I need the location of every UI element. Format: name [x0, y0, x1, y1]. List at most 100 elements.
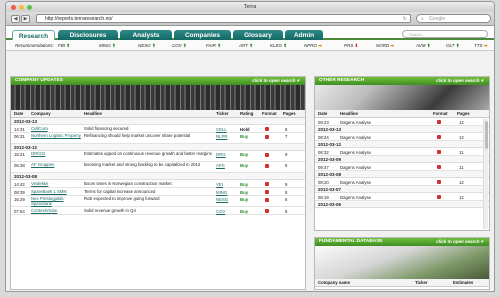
minimize-window-button[interactable] — [19, 4, 24, 10]
ticker-link[interactable]: MING — [216, 190, 227, 195]
ticker-link[interactable]: DRG — [216, 152, 226, 157]
arrow-up-icon: ⬆ — [249, 43, 253, 48]
company-link[interactable]: Nes Prestegjalds Sparebank — [31, 196, 81, 207]
reco-ticker: FAIR — [206, 43, 216, 48]
headline-text[interactable]: Dagens Analyse — [340, 150, 371, 155]
pdf-icon[interactable] — [437, 135, 441, 139]
url-field[interactable]: http://reports.terraresearch.no/ ↻ — [36, 14, 411, 23]
headline-text[interactable]: Estimates upped on continuous revenue gr… — [84, 151, 212, 157]
pdf-icon[interactable] — [437, 195, 441, 199]
table-row[interactable]: 06:31 Northern Logistic Property Refinanci… — [11, 133, 305, 144]
search-toggle-icon: ▾ — [480, 78, 483, 83]
rating-value: Buy — [240, 181, 249, 187]
pdf-icon[interactable] — [265, 152, 269, 157]
site-search-input[interactable]: Search... — [402, 30, 488, 38]
company-link[interactable]: Veidekke — [31, 181, 81, 187]
reco-item[interactable]: KLEG ⬆ — [270, 40, 287, 50]
ticker-link[interactable]: AFG — [216, 163, 225, 168]
reload-icon[interactable]: ↻ — [403, 15, 407, 23]
reco-item[interactable]: NPRO ➡ — [304, 40, 322, 50]
reco-item[interactable]: OLT ⬆ — [446, 40, 459, 50]
header-photo — [11, 85, 305, 110]
pdf-icon[interactable] — [437, 180, 441, 184]
pdf-icon[interactable] — [437, 165, 441, 169]
other-research-scrollbar[interactable] — [483, 119, 488, 229]
pdf-icon[interactable] — [265, 190, 269, 194]
pdf-icon[interactable] — [437, 150, 441, 154]
close-window-button[interactable] — [11, 4, 16, 10]
table-row[interactable]: 08:39 SpareBank 1 SMN Terms for capital in… — [11, 188, 305, 196]
col-rating: Rating — [240, 111, 254, 116]
reco-item[interactable]: COV ⬆ — [172, 40, 187, 50]
date-group-row: 2012-03-07 — [315, 186, 489, 193]
table-row[interactable]: 09:23 Dagens Analyse 12 — [315, 118, 489, 126]
pdf-icon[interactable] — [265, 163, 269, 168]
browser-search-field[interactable]: ⌕ Google — [416, 14, 491, 23]
pdf-icon[interactable] — [265, 197, 269, 202]
headline-text[interactable]: Dagens Analyse — [340, 120, 371, 125]
table-row[interactable]: 08:19 Dagens Analyse 12 — [315, 193, 489, 201]
headline-text[interactable]: Terms for capital increase announced — [84, 189, 212, 195]
reco-item[interactable]: NESG ⬆ — [138, 40, 156, 50]
reco-item[interactable]: TTS ➡ — [474, 40, 488, 50]
pdf-icon[interactable] — [265, 182, 269, 186]
pdf-icon[interactable] — [265, 209, 269, 213]
row-time: 08:32 — [318, 149, 329, 155]
headline-text[interactable]: Dagens Analyse — [340, 135, 371, 140]
table-row[interactable]: 07:54 ContextVision Solid revenue growth i… — [11, 207, 305, 215]
table-row[interactable]: 08:32 Dagens Analyse 11 — [315, 148, 489, 156]
scrollbar-thumb[interactable] — [485, 121, 488, 149]
table-row[interactable]: 08:20 Dagens Analyse 12 — [315, 178, 489, 186]
headline-text[interactable]: Booming market and strong backlog to be … — [84, 162, 212, 168]
recommendations-label: Recommendations: — [15, 43, 54, 48]
company-link[interactable]: SpareBank 1 SMN — [31, 189, 81, 195]
forward-button[interactable]: ▶ — [21, 15, 30, 23]
ticker-link[interactable]: NESG — [216, 197, 228, 202]
table-row[interactable]: 14:31 CellCura Solid financing secured CELL… — [11, 125, 305, 133]
pdf-icon[interactable] — [265, 127, 269, 131]
page-count: 7 — [285, 134, 288, 139]
company-link[interactable]: CellCura — [31, 126, 81, 132]
headline-text[interactable]: Dagens Analyse — [340, 195, 371, 200]
table-row[interactable]: 08:47 Dagens Analyse 11 — [315, 163, 489, 171]
reco-item[interactable]: MING ⬆ — [99, 40, 116, 50]
ticker-link[interactable]: NLPR — [216, 134, 227, 139]
table-row[interactable]: 14:42 Veidekke Boom times in Norwegian con… — [11, 180, 305, 188]
reco-item[interactable]: NORD ➡ — [376, 40, 394, 50]
company-updates-panel: COMPANY UPDATES click to open search ▾ D… — [10, 76, 306, 290]
col-ticker: Ticker — [415, 280, 428, 285]
other-research-open-search-link[interactable]: click to open search ▾ — [436, 77, 483, 85]
company-link[interactable]: AF Gruppen — [31, 162, 81, 168]
company-link[interactable]: ContextVision — [31, 208, 81, 214]
pdf-icon[interactable] — [265, 134, 269, 139]
search-toggle-icon: ▾ — [296, 78, 299, 83]
headline-text[interactable]: Dagens Analyse — [340, 180, 371, 185]
headline-text[interactable]: Boom times in Norwegian construction mar… — [84, 181, 212, 187]
headline-text[interactable]: Solid revenue growth in Q4 — [84, 208, 212, 214]
back-button[interactable]: ◀ — [11, 15, 20, 23]
pdf-icon[interactable] — [437, 120, 441, 124]
headline-text[interactable]: Dagens Analyse — [340, 165, 371, 170]
table-row[interactable]: 16:29 Nes Prestegjalds Sparebank RoE expec… — [11, 196, 305, 207]
headline-text[interactable]: RoE expected to improve going forward — [84, 196, 212, 202]
ticker-link[interactable]: COV — [216, 209, 225, 214]
fundamental-open-search-link[interactable]: click to open search ▾ — [436, 238, 483, 246]
table-row[interactable]: 08:24 Dagens Analyse 12 — [315, 133, 489, 141]
ticker-link[interactable]: CELL — [216, 127, 227, 132]
table-row[interactable]: 06:38 AF Gruppen Booming market and strong… — [11, 162, 305, 173]
reco-item[interactable]: FAIR ⬆ — [206, 40, 221, 50]
company-link[interactable]: Northern Logistic Property — [31, 133, 81, 139]
reco-item[interactable]: ART ⬆ — [239, 40, 253, 50]
zoom-window-button[interactable] — [27, 4, 32, 10]
reco-item[interactable]: AVM ⬆ — [416, 40, 431, 50]
page-count: 9 — [285, 181, 288, 187]
company-link[interactable]: DRIGO — [31, 151, 81, 157]
headline-text[interactable]: Refinancing should help market uncover s… — [84, 133, 212, 139]
company-updates-open-search-link[interactable]: click to open search ▾ — [252, 77, 299, 85]
page-count: 11 — [459, 149, 464, 155]
reco-item[interactable]: FBI ⬆ — [58, 40, 70, 50]
table-row[interactable]: 16:21 DRIGO Estimates upped on continuous … — [11, 151, 305, 162]
headline-text[interactable]: Solid financing secured — [84, 126, 212, 132]
reco-item[interactable]: PRS ⬇ — [344, 40, 358, 50]
ticker-link[interactable]: VEI — [216, 182, 223, 187]
